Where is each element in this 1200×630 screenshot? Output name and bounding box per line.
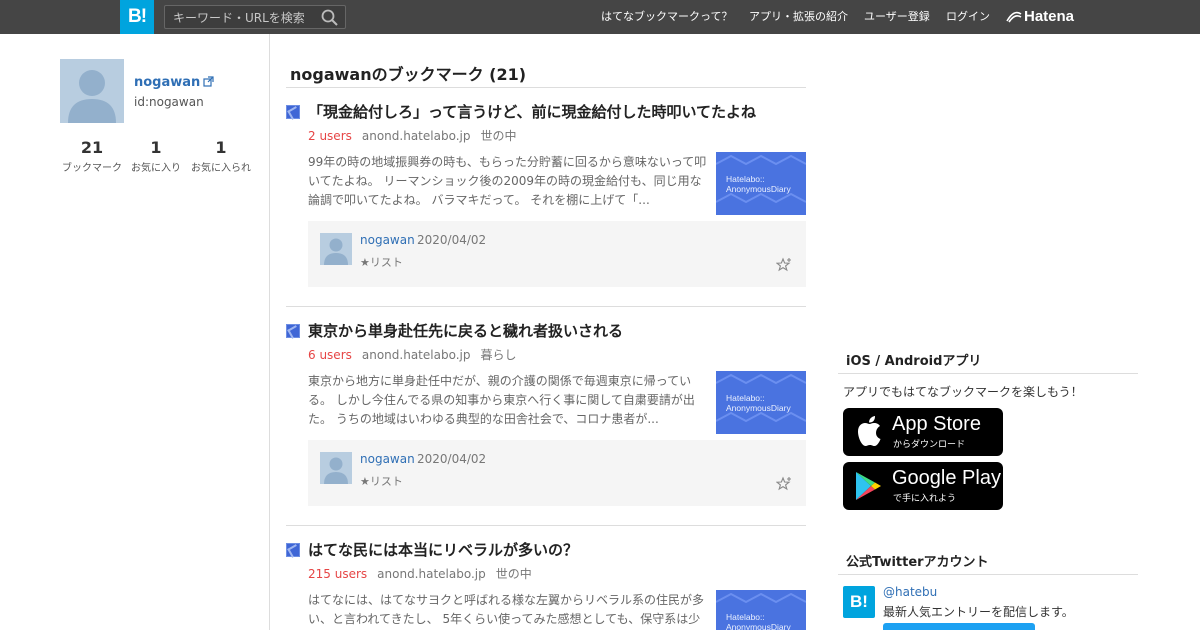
nav-about[interactable]: はてなブックマークって？ [601, 0, 732, 34]
twitter-follow-button[interactable] [883, 623, 1035, 630]
hatebu-logo[interactable]: B! [120, 0, 154, 34]
apps-section-title: iOS / Androidアプリ [846, 354, 982, 369]
entry-summary: はてなには、はてなサヨクと呼ばれる様な左翼からリベラル系の住民が多い、と言われて… [308, 593, 705, 626]
entry-meta: 6 users anond.hatelabo.jp 暮らし [308, 346, 516, 363]
entry-title-link[interactable]: はてな民には本当にリベラルが多いの？ [308, 539, 578, 560]
profile-id: id:nogawan [134, 95, 204, 109]
users-count-link[interactable]: 6 users [308, 348, 352, 362]
search-box[interactable] [164, 5, 346, 29]
left-divider [269, 34, 270, 630]
bookmark-entry: 「現金給付しろ」って言うけど、前に現金給付した時叩いてたよね 2 users an… [286, 101, 806, 301]
thumbnail-line: AnonymousDiary [726, 622, 791, 630]
thumbnail-text: Hatelabo:: AnonymousDiary [726, 174, 791, 194]
top-bar: B! はてなブックマークって？ アプリ・拡張の紹介 ユーザー登録 ログイン Ha… [0, 0, 1200, 34]
divider [838, 574, 1138, 575]
category-link[interactable]: 世の中 [480, 129, 516, 143]
apple-logo-icon [858, 416, 881, 446]
twitter-handle-link[interactable]: @hatebu [883, 585, 937, 599]
commenter-name[interactable]: nogawan [360, 452, 415, 466]
hatebu-twitter-logo[interactable]: B! [843, 586, 875, 618]
external-link-icon [203, 76, 214, 87]
avatar[interactable] [60, 59, 124, 123]
entry-title-link[interactable]: 「現金給付しろ」って言うけど、前に現金給付した時叩いてたよね [308, 101, 756, 122]
divider [286, 306, 806, 307]
twitter-section-title: 公式Twitterアカウント [846, 555, 989, 570]
nav-apps[interactable]: アプリ・拡張の紹介 [749, 0, 848, 34]
app-store-subtitle: からダウンロード [893, 440, 966, 450]
stat-favorited-by[interactable]: 1 お気に入られ [181, 138, 261, 174]
user-silhouette-icon [324, 457, 348, 484]
hatena-mark-icon [1006, 11, 1022, 23]
thumbnail-text: Hatelabo:: AnonymousDiary [726, 393, 791, 413]
profile-username[interactable]: nogawan [134, 75, 214, 90]
search-input[interactable] [173, 9, 313, 26]
thumbnail-text: Hatelabo:: AnonymousDiary [726, 612, 791, 630]
entry-summary: 東京から地方に単身赴任中だが、親の介護の関係で毎週東京に帰っている。 しかし今住… [308, 374, 695, 426]
google-play-logo-icon [856, 472, 881, 500]
users-count-link[interactable]: 215 users [308, 567, 367, 581]
divider [286, 87, 806, 88]
star-list-link[interactable]: ★リスト [360, 254, 403, 270]
bookmark-entry: はてな民には本当にリベラルが多いの？ 215 users anond.hatela… [286, 539, 806, 630]
add-star-icon[interactable] [776, 476, 792, 492]
stat-value: 1 [215, 138, 227, 157]
users-count-link[interactable]: 2 users [308, 129, 352, 143]
entry-thumbnail[interactable]: Hatelabo:: AnonymousDiary [716, 590, 806, 630]
search-icon[interactable] [320, 8, 340, 28]
domain-link[interactable]: anond.hatelabo.jp [377, 567, 486, 581]
domain-link[interactable]: anond.hatelabo.jp [362, 129, 471, 143]
thumbnail-line: Hatelabo:: [726, 612, 765, 622]
thumbnail-line: Hatelabo:: [726, 174, 765, 184]
profile-username-text: nogawan [134, 75, 201, 90]
commenter-avatar[interactable] [320, 452, 352, 484]
divider [286, 525, 806, 526]
hatena-brand[interactable]: Hatena [1006, 7, 1074, 27]
apps-description: アプリでもはてなブックマークを楽しもう！ [843, 385, 1083, 399]
site-favicon-icon [286, 324, 300, 338]
user-silhouette-icon [68, 70, 116, 123]
entry-thumbnail[interactable]: Hatelabo:: AnonymousDiary [716, 371, 806, 434]
user-silhouette-icon [324, 238, 348, 265]
app-store-button[interactable]: App Store からダウンロード [843, 408, 1003, 456]
page-title: nogawanのブックマーク (21) [290, 65, 527, 84]
comment-box: nogawan 2020/04/02 ★リスト [308, 440, 806, 506]
google-play-subtitle: で手に入れよう [893, 494, 957, 504]
nav-signup[interactable]: ユーザー登録 [864, 0, 930, 34]
entry-meta: 215 users anond.hatelabo.jp 世の中 [308, 565, 532, 582]
comment-date[interactable]: 2020/04/02 [417, 452, 486, 466]
comment-box: nogawan 2020/04/02 ★リスト [308, 221, 806, 287]
entry-summary: 99年の時の地域振興券の時も、もらった分貯蓄に回るから意味ないって叩いてたよね。… [308, 155, 707, 207]
google-play-button[interactable]: Google Play で手に入れよう [843, 462, 1003, 510]
nav-login[interactable]: ログイン [946, 0, 990, 34]
thumbnail-line: AnonymousDiary [726, 184, 791, 194]
google-play-title: Google Play [892, 467, 1001, 489]
site-favicon-icon [286, 105, 300, 119]
thumbnail-line: Hatelabo:: [726, 393, 765, 403]
twitter-description: 最新人気エントリーを配信します。 [883, 605, 1074, 619]
divider [838, 373, 1138, 374]
category-link[interactable]: 暮らし [480, 348, 516, 362]
entry-meta: 2 users anond.hatelabo.jp 世の中 [308, 127, 516, 144]
thumbnail-line: AnonymousDiary [726, 403, 791, 413]
stat-label: お気に入られ [191, 163, 251, 174]
bookmark-entry: 東京から単身赴任先に戻ると穢れ者扱いされる 6 users anond.hatel… [286, 320, 806, 520]
entry-title-link[interactable]: 東京から単身赴任先に戻ると穢れ者扱いされる [308, 320, 623, 341]
commenter-name[interactable]: nogawan [360, 233, 415, 247]
domain-link[interactable]: anond.hatelabo.jp [362, 348, 471, 362]
app-store-title: App Store [892, 413, 981, 435]
add-star-icon[interactable] [776, 257, 792, 273]
hatena-brand-label: Hatena [1024, 8, 1075, 25]
site-favicon-icon [286, 543, 300, 557]
category-link[interactable]: 世の中 [496, 567, 532, 581]
entry-thumbnail[interactable]: Hatelabo:: AnonymousDiary [716, 152, 806, 215]
comment-date[interactable]: 2020/04/02 [417, 233, 486, 247]
commenter-avatar[interactable] [320, 233, 352, 265]
star-list-link[interactable]: ★リスト [360, 473, 403, 489]
